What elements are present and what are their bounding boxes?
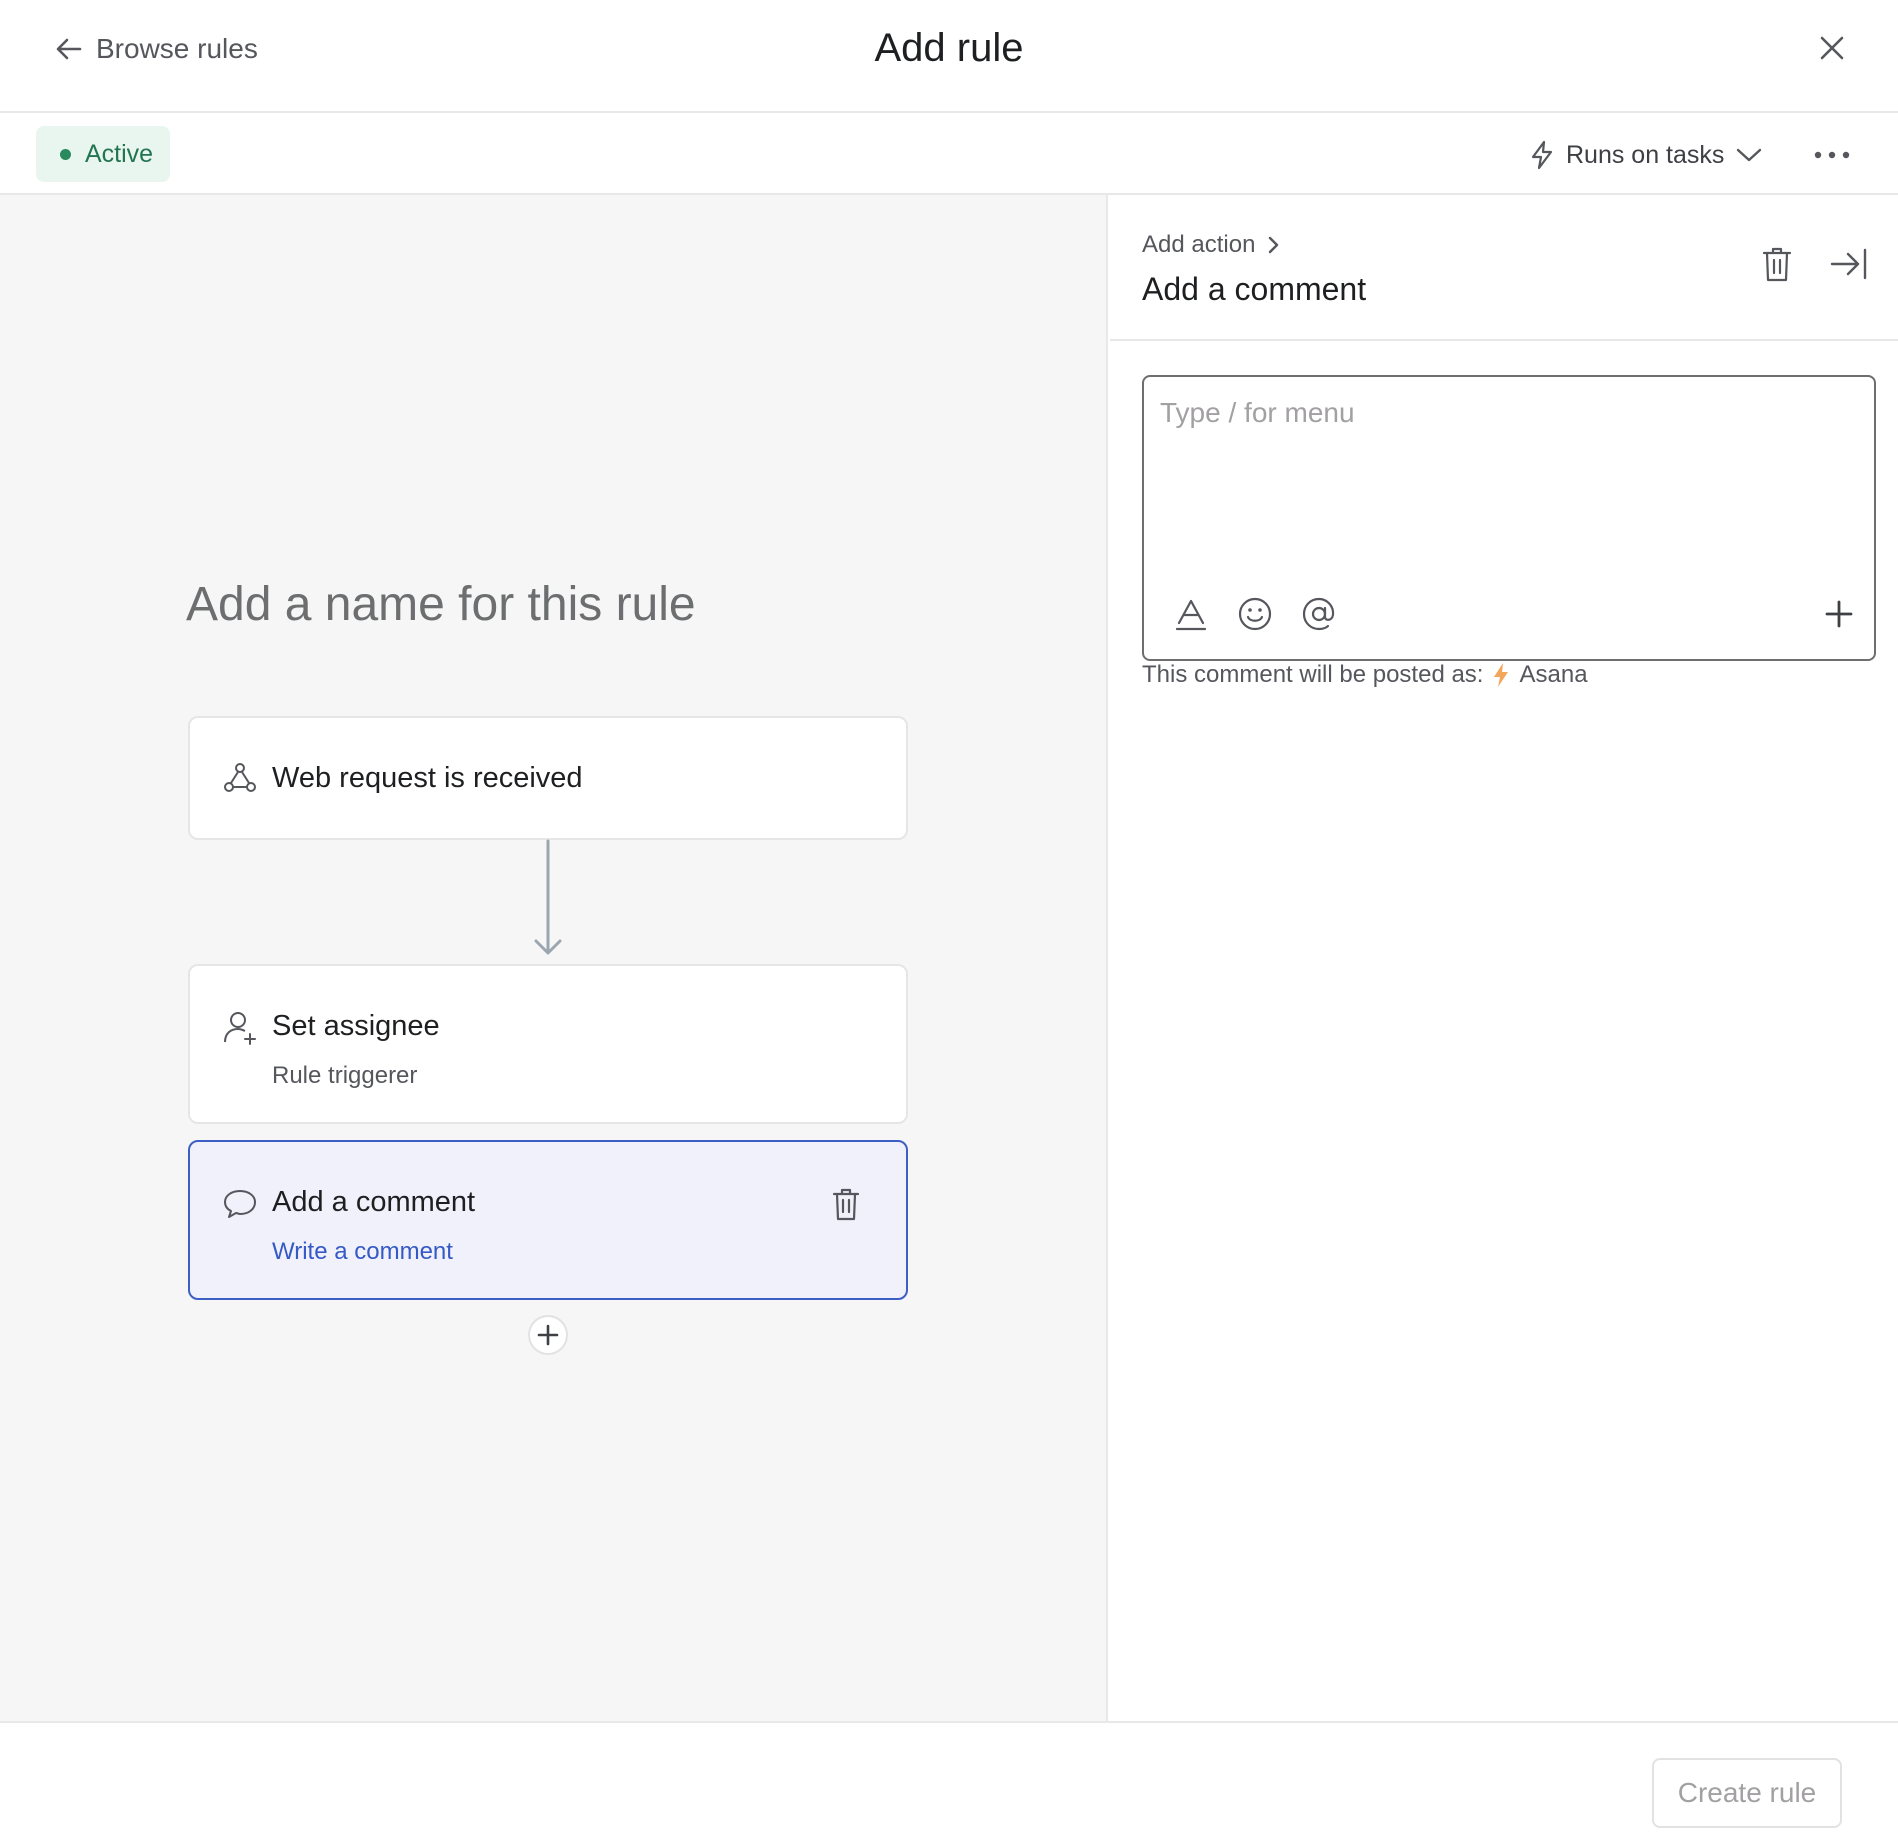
more-horizontal-icon (1814, 151, 1850, 159)
page-title: Add rule (874, 26, 1024, 70)
chevron-right-icon (1269, 236, 1279, 254)
runs-on-dropdown[interactable]: Runs on tasks (1528, 137, 1764, 173)
panel-title: Add a comment (1142, 271, 1367, 307)
delete-action-trash-icon[interactable] (830, 1186, 862, 1222)
comment-icon (224, 1190, 256, 1218)
status-dot-icon (60, 148, 71, 160)
breadcrumb[interactable]: Add action (1142, 231, 1281, 259)
flow-arrow-icon (534, 839, 562, 955)
action-detail-panel: Add action Add a comment Type / for menu… (1110, 195, 1898, 1721)
rule-toolbar: Active Runs on tasks (0, 113, 1898, 195)
runs-on-label: Runs on tasks (1566, 140, 1725, 169)
action-card-set-assignee[interactable]: Set assignee Rule triggerer (188, 964, 908, 1124)
comment-input[interactable] (1160, 397, 1850, 557)
lightning-icon (1531, 140, 1553, 170)
add-attachment-plus-icon[interactable] (1820, 595, 1858, 633)
text-format-icon[interactable] (1172, 595, 1210, 633)
close-button[interactable] (1814, 30, 1850, 66)
panel-header: Add action Add a comment (1110, 195, 1898, 341)
create-rule-button[interactable]: Create rule (1652, 1758, 1842, 1828)
collapse-panel-icon[interactable] (1830, 247, 1868, 281)
emoji-icon[interactable] (1236, 595, 1274, 633)
close-icon (1820, 36, 1844, 60)
chevron-down-icon (1737, 148, 1762, 162)
modal-header: Browse rules Add rule (0, 0, 1898, 113)
trash-icon[interactable] (1760, 245, 1794, 283)
action-title: Set assignee (272, 1010, 440, 1042)
asana-bolt-icon (1494, 663, 1509, 687)
posted-as-name: Asana (1519, 661, 1588, 688)
plus-icon (537, 1324, 559, 1346)
posted-as-label: This comment will be posted as: (1142, 661, 1484, 688)
comment-editor (1142, 375, 1876, 661)
add-action-button[interactable] (528, 1315, 568, 1355)
more-options-button[interactable] (1812, 141, 1852, 169)
posted-as-note: This comment will be posted as: Asana (1142, 661, 1588, 689)
status-label: Active (85, 139, 154, 168)
action-title: Add a comment (272, 1186, 476, 1218)
breadcrumb-add-action: Add action (1142, 231, 1256, 258)
mention-icon[interactable] (1300, 595, 1338, 633)
action-card-add-comment[interactable]: Add a comment Write a comment (188, 1140, 908, 1300)
webhook-icon (224, 763, 256, 792)
action-subtitle: Rule triggerer (272, 1062, 418, 1089)
status-badge[interactable]: Active (36, 126, 170, 182)
trigger-card[interactable]: Web request is received (188, 716, 908, 840)
rule-canvas: Add a name for this rule Web request is … (0, 195, 1108, 1721)
action-subtitle[interactable]: Write a comment (272, 1238, 453, 1266)
modal-footer: Create rule (0, 1721, 1898, 1846)
user-plus-icon (224, 1012, 256, 1045)
trigger-title: Web request is received (272, 762, 583, 794)
rule-name-input[interactable]: Add a name for this rule (186, 577, 696, 632)
